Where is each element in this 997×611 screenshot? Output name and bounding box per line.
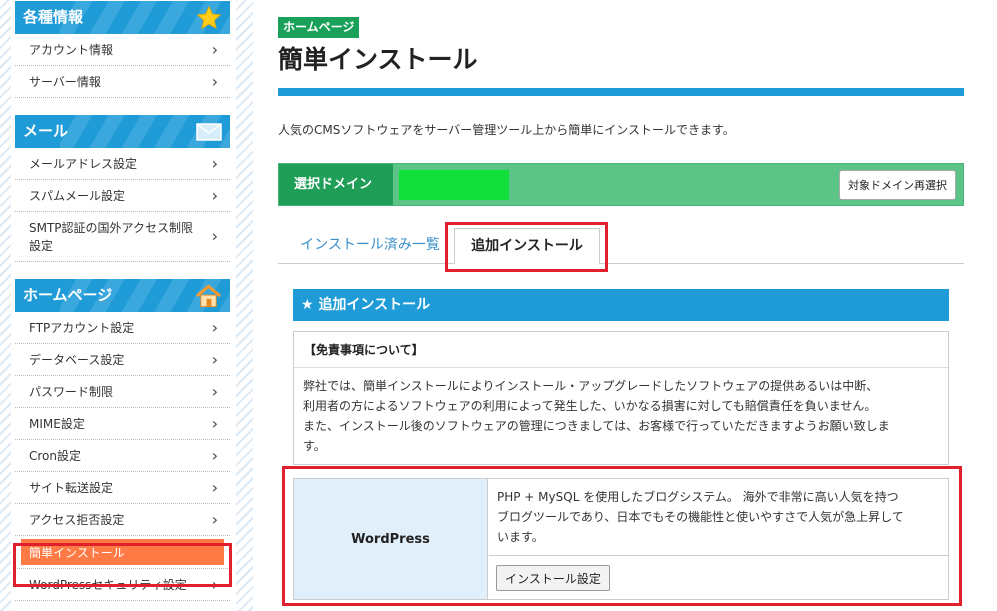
domain-selector-bar: 選択ドメイン 対象ドメイン再選択 <box>278 163 964 206</box>
software-row-wordpress: WordPress PHP + MySQL を使用したブログシステム。 海外で非… <box>293 478 949 600</box>
sidebar-item-label: WordPressセキュリティ設定 <box>29 578 187 592</box>
chevron-right-icon: › <box>211 71 218 91</box>
sidebar-item-site-redirect[interactable]: サイト転送設定 › <box>15 472 230 504</box>
sidebar-item-database[interactable]: データベース設定 › <box>15 344 230 376</box>
star-icon: ★ <box>301 297 314 313</box>
sidebar-item-server-info[interactable]: サーバー情報 › <box>15 66 230 98</box>
sidebar-item-smtp-restriction[interactable]: SMTP認証の国外アクセス制限 設定 › <box>15 212 230 262</box>
tab-add-install[interactable]: 追加インストール <box>454 228 600 265</box>
sidebar-item-wordpress-security[interactable]: WordPressセキュリティ設定 › <box>15 569 230 601</box>
domain-value-redacted <box>399 170 509 200</box>
domain-label: 選択ドメイン <box>279 164 393 205</box>
chevron-right-icon: › <box>211 153 218 173</box>
sidebar-item-label: 簡単インストール <box>29 545 125 560</box>
sidebar-item-label: アクセス拒否設定 <box>29 513 125 527</box>
chevron-right-icon: › <box>211 413 218 433</box>
sidebar-item-cron[interactable]: Cron設定 › <box>15 440 230 472</box>
sidebar-item-password-restriction[interactable]: パスワード制限 › <box>15 376 230 408</box>
tab-installed-list[interactable]: インストール済み一覧 <box>286 228 454 264</box>
title-underline <box>278 88 964 96</box>
category-badge: ホームページ <box>278 17 360 38</box>
sidebar-item-label: SMTP認証の国外アクセス制限 設定 <box>29 220 193 253</box>
chevron-right-icon: › <box>211 445 218 465</box>
software-description: PHP + MySQL を使用したブログシステム。 海外で非常に高い人気を持つ … <box>489 479 949 556</box>
install-settings-button[interactable]: インストール設定 <box>496 565 610 591</box>
sidebar-item-label: FTPアカウント設定 <box>29 321 135 335</box>
sidebar-item-label: サイト転送設定 <box>29 481 114 495</box>
mail-icon <box>195 118 222 145</box>
page-description: 人気のCMSソフトウェアをサーバー管理ツール上から簡単にインストールできます。 <box>278 123 735 137</box>
sidebar-item-easy-install[interactable]: 簡単インストール <box>21 539 224 565</box>
section-title: ホームページ <box>23 286 113 304</box>
section-title: 追加インストール <box>318 297 431 313</box>
sidebar-item-label: MIME設定 <box>29 417 85 431</box>
sidebar-item-account-info[interactable]: アカウント情報 › <box>15 34 230 66</box>
section-title: 各種情報 <box>23 8 84 26</box>
sidebar-item-spam-mail[interactable]: スパムメール設定 › <box>15 180 230 212</box>
sidebar-item-mime[interactable]: MIME設定 › <box>15 408 230 440</box>
sidebar-item-label: パスワード制限 <box>29 385 114 399</box>
reselect-domain-button[interactable]: 対象ドメイン再選択 <box>839 170 956 200</box>
sidebar-item-access-deny[interactable]: アクセス拒否設定 › <box>15 504 230 536</box>
chevron-right-icon: › <box>211 317 218 337</box>
section-header-info: 各種情報 <box>15 1 230 34</box>
section-title: メール <box>23 122 69 140</box>
chevron-right-icon: › <box>211 477 218 497</box>
page-title: 簡単インストール <box>278 45 478 74</box>
software-name: WordPress <box>294 479 488 599</box>
chevron-right-icon: › <box>211 226 218 246</box>
disclaimer-box: 【免責事項について】 弊社では、簡単インストールによりインストール・アップグレー… <box>293 331 949 465</box>
sidebar-item-label: スパムメール設定 <box>29 189 126 203</box>
chevron-right-icon: › <box>211 349 218 369</box>
sidebar-item-label: Cron設定 <box>29 449 81 463</box>
disclaimer-title: 【免責事項について】 <box>294 332 948 368</box>
tab-bar: インストール済み一覧 追加インストール <box>278 228 964 265</box>
chevron-right-icon: › <box>211 185 218 205</box>
section-header-mail: メール <box>15 115 230 148</box>
sidebar: 各種情報 アカウント情報 › サーバー情報 › メール メールアドレス設定 › … <box>11 0 236 611</box>
sidebar-item-label: アカウント情報 <box>29 43 114 57</box>
chevron-right-icon: › <box>211 39 218 59</box>
chevron-right-icon: › <box>211 381 218 401</box>
star-icon <box>195 4 222 31</box>
chevron-right-icon: › <box>211 509 218 529</box>
disclaimer-text: 弊社では、簡単インストールによりインストール・アップグレードしたソフトウェアの提… <box>303 379 890 453</box>
section-header-homepage: ホームページ <box>15 279 230 312</box>
section-header-add-install: ★ 追加インストール <box>293 289 949 321</box>
main-content: ホームページ 簡単インストール 人気のCMSソフトウェアをサーバー管理ツール上か… <box>253 0 997 611</box>
sidebar-item-label: メールアドレス設定 <box>29 157 138 171</box>
house-icon <box>195 282 222 309</box>
sidebar-item-mail-address[interactable]: メールアドレス設定 › <box>15 148 230 180</box>
sidebar-item-label: データベース設定 <box>29 353 125 367</box>
chevron-right-icon: › <box>211 574 218 594</box>
sidebar-item-ftp-account[interactable]: FTPアカウント設定 › <box>15 312 230 344</box>
sidebar-item-label: サーバー情報 <box>29 75 101 89</box>
